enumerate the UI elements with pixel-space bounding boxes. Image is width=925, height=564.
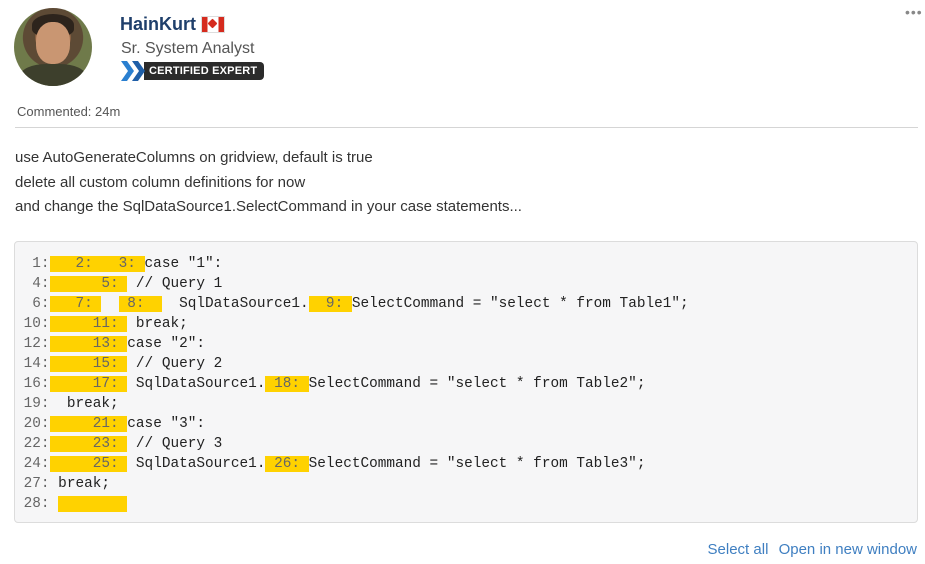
code-text: SqlDataSource1. xyxy=(127,376,266,392)
highlighted-line-number: 21: xyxy=(49,416,128,432)
code-block: 1: 2: 3: case "1": 4: 5: // Query 1 6: 7… xyxy=(14,241,918,523)
divider xyxy=(15,127,918,128)
comment-line: delete all custom column definitions for… xyxy=(15,173,306,191)
code-text: SqlDataSource1. xyxy=(127,456,266,472)
code-line: 1: 2: 3: case "1": xyxy=(15,254,917,274)
line-number: 4: xyxy=(15,276,50,292)
certified-expert-badge: CERTIFIED EXPERT xyxy=(120,60,265,82)
highlighted-line-number: 18: xyxy=(265,376,309,392)
highlighted-line-number: 25: xyxy=(49,456,128,472)
highlighted-line-number: 17: xyxy=(49,376,128,392)
highlighted-line-number: 9: xyxy=(308,296,352,312)
comment-timestamp: Commented: 24m xyxy=(17,104,121,119)
code-text: SelectCommand = "select * from Table1"; xyxy=(351,296,689,312)
code-line: 19: break; xyxy=(15,394,917,414)
code-text: case "2": xyxy=(127,336,206,352)
expert-x-icon xyxy=(120,60,146,82)
code-text: // Query 2 xyxy=(127,356,223,372)
highlighted-line-number: 7: xyxy=(49,296,102,312)
line-number: 28: xyxy=(15,496,50,512)
code-text: break; xyxy=(49,396,119,412)
code-line: 27: break; xyxy=(15,474,917,494)
code-text: // Query 3 xyxy=(127,436,223,452)
code-text: break; xyxy=(49,476,110,492)
code-actions: Select all Open in new window xyxy=(702,541,917,558)
highlighted-line-number: 23: xyxy=(49,436,128,452)
highlighted-line-number: 8: xyxy=(118,296,162,312)
line-number: 16: xyxy=(15,376,50,392)
author-title: Sr. System Analyst xyxy=(121,40,255,57)
open-in-new-window-link[interactable]: Open in new window xyxy=(779,541,917,558)
line-number: 20: xyxy=(15,416,50,432)
comment-body: use AutoGenerateColumns on gridview, def… xyxy=(15,146,522,220)
code-line: 4: 5: // Query 1 xyxy=(15,274,917,294)
code-line: 20: 21: case "3": xyxy=(15,414,917,434)
badge-label: CERTIFIED EXPERT xyxy=(144,62,265,80)
code-text: SelectCommand = "select * from Table2"; xyxy=(308,376,646,392)
author-name[interactable]: HainKurt xyxy=(120,14,196,35)
code-line: 22: 23: // Query 3 xyxy=(15,434,917,454)
avatar-shirt xyxy=(20,64,86,86)
code-line: 6: 7: 8: SqlDataSource1. 9: SelectComman… xyxy=(15,294,917,314)
line-number: 6: xyxy=(15,296,50,312)
highlighted-line-number: 13: xyxy=(49,336,128,352)
line-number: 10: xyxy=(15,316,50,332)
highlighted-line-number xyxy=(58,496,128,512)
line-number: 1: xyxy=(15,256,50,272)
code-text: case "3": xyxy=(127,416,206,432)
highlighted-line-number: 26: xyxy=(265,456,309,472)
select-all-link[interactable]: Select all xyxy=(708,541,769,558)
user-avatar[interactable] xyxy=(14,8,92,86)
code-text: SqlDataSource1. xyxy=(161,296,309,312)
code-line: 12: 13: case "2": xyxy=(15,334,917,354)
code-line: 14: 15: // Query 2 xyxy=(15,354,917,374)
line-number: 22: xyxy=(15,436,50,452)
code-line: 16: 17: SqlDataSource1. 18: SelectComman… xyxy=(15,374,917,394)
highlighted-line-number: 2: 3: xyxy=(49,256,145,272)
line-number: 12: xyxy=(15,336,50,352)
code-text: case "1": xyxy=(144,256,223,272)
highlighted-line-number: 11: xyxy=(49,316,128,332)
line-number: 19: xyxy=(15,396,50,412)
canada-flag-icon xyxy=(201,16,225,33)
code-text: SelectCommand = "select * from Table3"; xyxy=(308,456,646,472)
comment-line: and change the SqlDataSource1.SelectComm… xyxy=(15,198,522,215)
code-line: 24: 25: SqlDataSource1. 26: SelectComman… xyxy=(15,454,917,474)
avatar-face xyxy=(36,22,70,64)
comment-line: use AutoGenerateColumns on gridview, def… xyxy=(15,149,373,166)
code-line: 10: 11: break; xyxy=(15,314,917,334)
code-content: 1: 2: 3: case "1": 4: 5: // Query 1 6: 7… xyxy=(15,254,917,514)
code-text: break; xyxy=(127,316,188,332)
more-options-icon[interactable]: ••• xyxy=(905,4,923,20)
line-number: 14: xyxy=(15,356,50,372)
code-line: 28: xyxy=(15,494,917,514)
line-number: 24: xyxy=(15,456,50,472)
highlighted-line-number: 15: xyxy=(49,356,128,372)
highlighted-line-number: 5: xyxy=(49,276,128,292)
line-number: 27: xyxy=(15,476,50,492)
code-text: // Query 1 xyxy=(127,276,223,292)
